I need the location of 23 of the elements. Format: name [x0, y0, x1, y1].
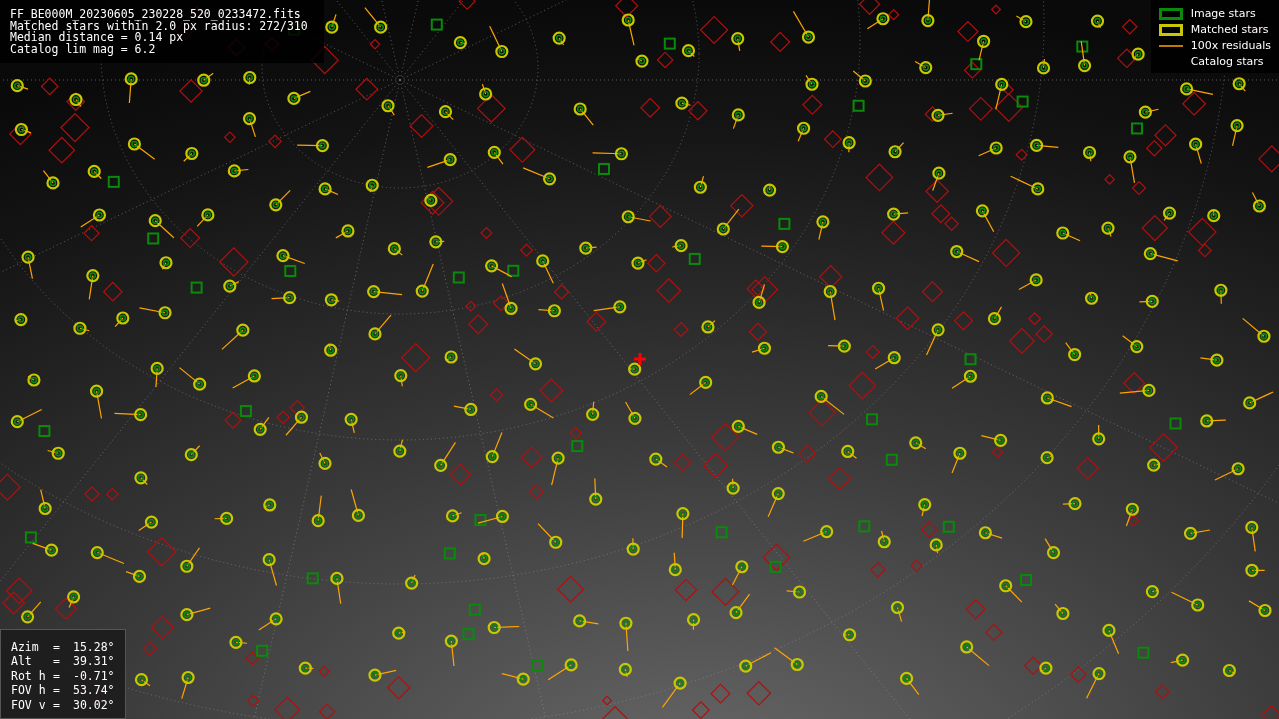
pointing-label: Alt — [11, 654, 33, 669]
pointing-label: Rot h — [11, 668, 47, 683]
legend-label: Catalog stars — [1190, 55, 1264, 68]
equals-sign: = — [53, 668, 61, 683]
pointing-value: 53.74° — [73, 683, 116, 698]
legend-label: Matched stars — [1190, 23, 1269, 36]
equals-sign: = — [53, 683, 61, 698]
pointing-label: Azim — [11, 639, 40, 654]
equals-sign: = — [53, 697, 61, 712]
legend-label: 100x residuals — [1190, 39, 1271, 52]
info-text: Matched stars within 2.0 px radius: 272/310 — [10, 20, 309, 32]
pointing-value: -0.71° — [73, 668, 116, 683]
equals-sign: = — [53, 639, 61, 654]
pointing-label: FOV h — [11, 683, 47, 698]
legend-label: Image stars — [1190, 7, 1256, 20]
pointing-value: 39.31° — [73, 654, 116, 669]
info-text: Median distance = 0.14 px — [10, 32, 184, 44]
equals-sign: = — [53, 654, 61, 669]
pointing-value: 30.02° — [73, 697, 116, 712]
pointing-value: 15.28° — [73, 639, 116, 654]
info-text: FF_BE000M_20230605_230228_520_0233472.fits — [10, 9, 302, 21]
info-text: Catalog lim mag = 6.2 — [10, 43, 157, 55]
pointing-label: FOV v — [11, 697, 47, 712]
